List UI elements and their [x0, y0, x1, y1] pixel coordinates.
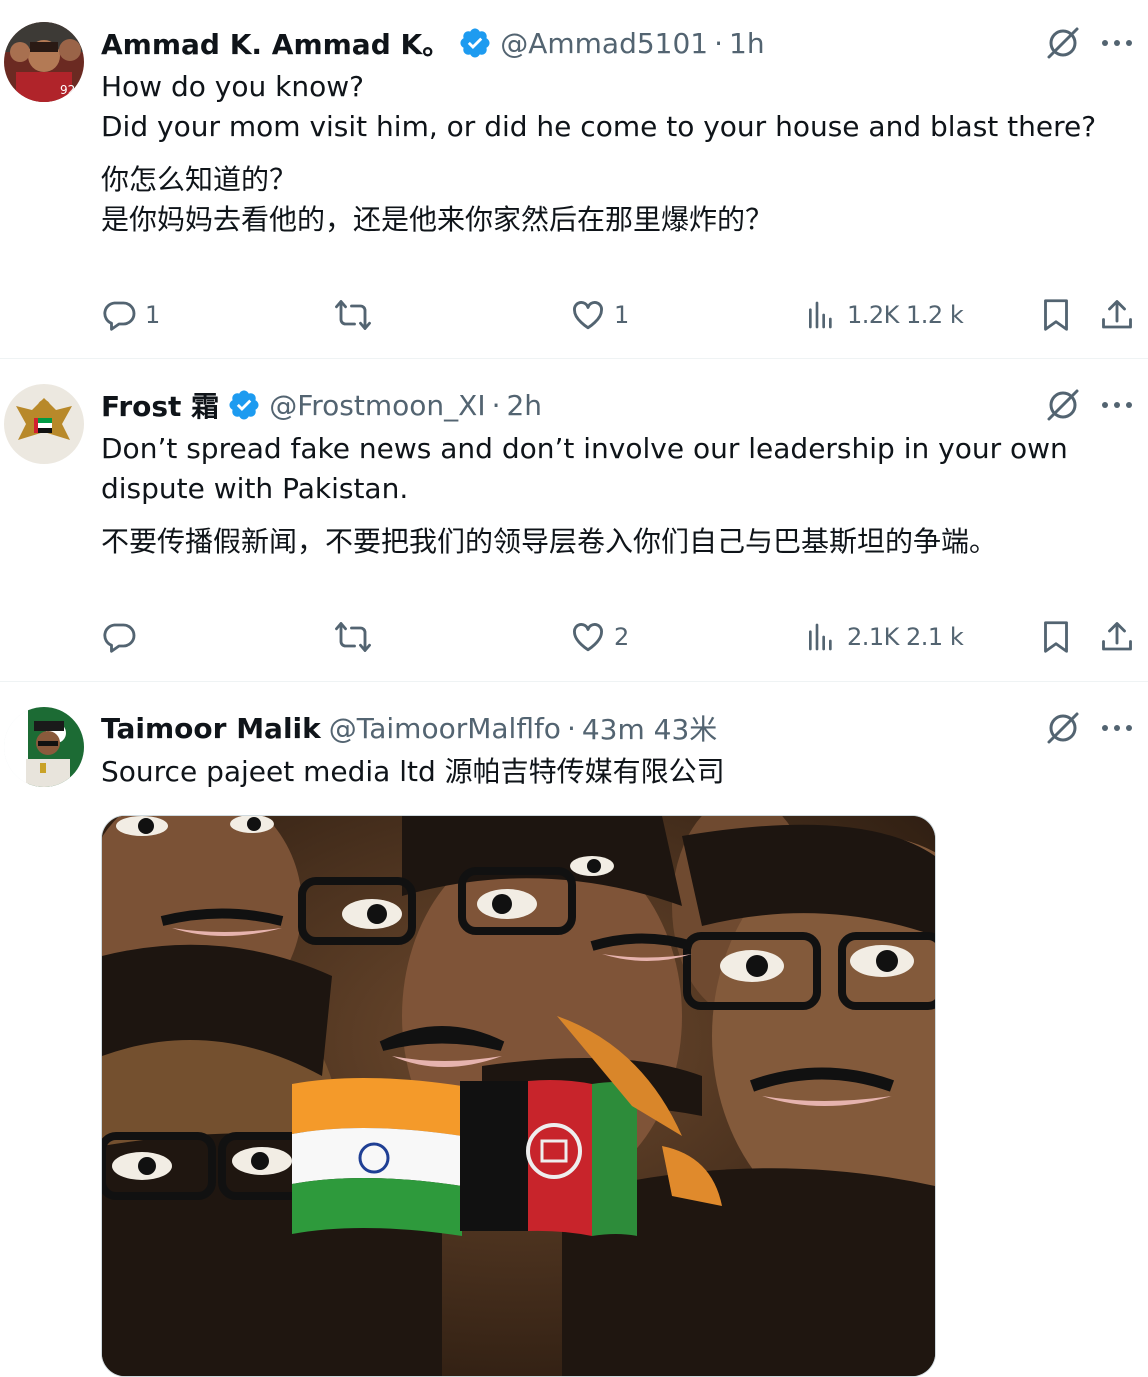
verified-badge-icon [458, 26, 492, 60]
handle[interactable]: @Ammad5101 [500, 27, 708, 60]
bookmark-button[interactable] [1038, 617, 1074, 657]
display-name[interactable]: Ammad K. Ammad K。 [101, 23, 450, 63]
handle[interactable]: @Frostmoon_XI [269, 389, 485, 422]
tweet-2[interactable]: Frost 霜 @Frostmoon_XI · 2h Don’t spread … [0, 359, 1148, 681]
grok-icon[interactable] [1043, 23, 1083, 63]
avatar[interactable] [4, 384, 84, 464]
more-icon[interactable] [1097, 23, 1137, 63]
reply-count: 1 [145, 301, 161, 329]
tweet-text: Source pajeet media ltd 源帕吉特传媒有限公司 [101, 755, 725, 788]
tweet-media-image[interactable] [101, 815, 936, 1377]
handle[interactable]: @TaimoorMalflfo [329, 712, 561, 745]
display-name[interactable]: Taimoor Malik [101, 712, 321, 745]
bookmark-icon [1044, 299, 1068, 331]
repost-icon [335, 300, 371, 330]
bookmark-button[interactable] [1038, 295, 1074, 335]
like-icon [573, 301, 603, 330]
like-count: 2 [614, 623, 630, 651]
timestamp[interactable]: 43m 43米 [582, 708, 717, 748]
timestamp[interactable]: 2h [506, 389, 542, 422]
share-icon [1102, 300, 1132, 329]
grok-icon[interactable] [1043, 385, 1083, 425]
bookmark-icon [1044, 621, 1068, 653]
avatar[interactable] [4, 707, 84, 787]
separator-dot: · [491, 388, 501, 422]
repost-icon [335, 622, 371, 652]
separator-dot: · [714, 26, 724, 60]
tweet-1[interactable]: 92 Ammad K. Ammad K。 @Ammad5101 · 1h How… [0, 0, 1148, 358]
reply-button[interactable] [101, 617, 145, 657]
verified-badge-icon [227, 388, 261, 422]
views-button[interactable]: 2.1K 2.1 k [805, 617, 964, 657]
views-icon [809, 623, 832, 651]
repost-button[interactable] [333, 617, 381, 657]
tweet-text: Don’t spread fake news and don’t involve… [101, 432, 1068, 505]
more-icon[interactable] [1097, 385, 1137, 425]
share-icon [1102, 622, 1132, 651]
reply-button[interactable]: 1 [101, 295, 160, 335]
views-count: 1.2K 1.2 k [847, 301, 964, 329]
like-icon [573, 623, 603, 652]
reply-icon [103, 623, 136, 653]
tweet-translation: 不要传播假新闻，不要把我们的领导层卷入你们自己与巴基斯坦的争端。 [101, 525, 998, 558]
tweet-translation: 你怎么知道的？ 是你妈妈去看他的，还是他来你家然后在那里爆炸的？ [101, 163, 774, 236]
more-icon[interactable] [1097, 708, 1137, 748]
avatar[interactable]: 92 [4, 22, 84, 102]
timestamp[interactable]: 1h [729, 27, 765, 60]
views-button[interactable]: 1.2K 1.2 k [805, 295, 964, 335]
reply-icon [103, 301, 136, 331]
like-button[interactable]: 2 [570, 617, 629, 657]
like-count: 1 [614, 301, 630, 329]
tweet-text: How do you know? Did your mom visit him,… [101, 70, 1097, 143]
repost-button[interactable] [333, 295, 381, 335]
separator-dot: · [566, 711, 576, 745]
svg-text:92: 92 [60, 83, 75, 97]
share-button[interactable] [1099, 617, 1135, 657]
share-button[interactable] [1099, 295, 1135, 335]
grok-icon[interactable] [1043, 708, 1083, 748]
views-count: 2.1K 2.1 k [847, 623, 964, 651]
like-button[interactable]: 1 [570, 295, 629, 335]
views-icon [809, 301, 832, 329]
display-name[interactable]: Frost 霜 [101, 385, 219, 425]
